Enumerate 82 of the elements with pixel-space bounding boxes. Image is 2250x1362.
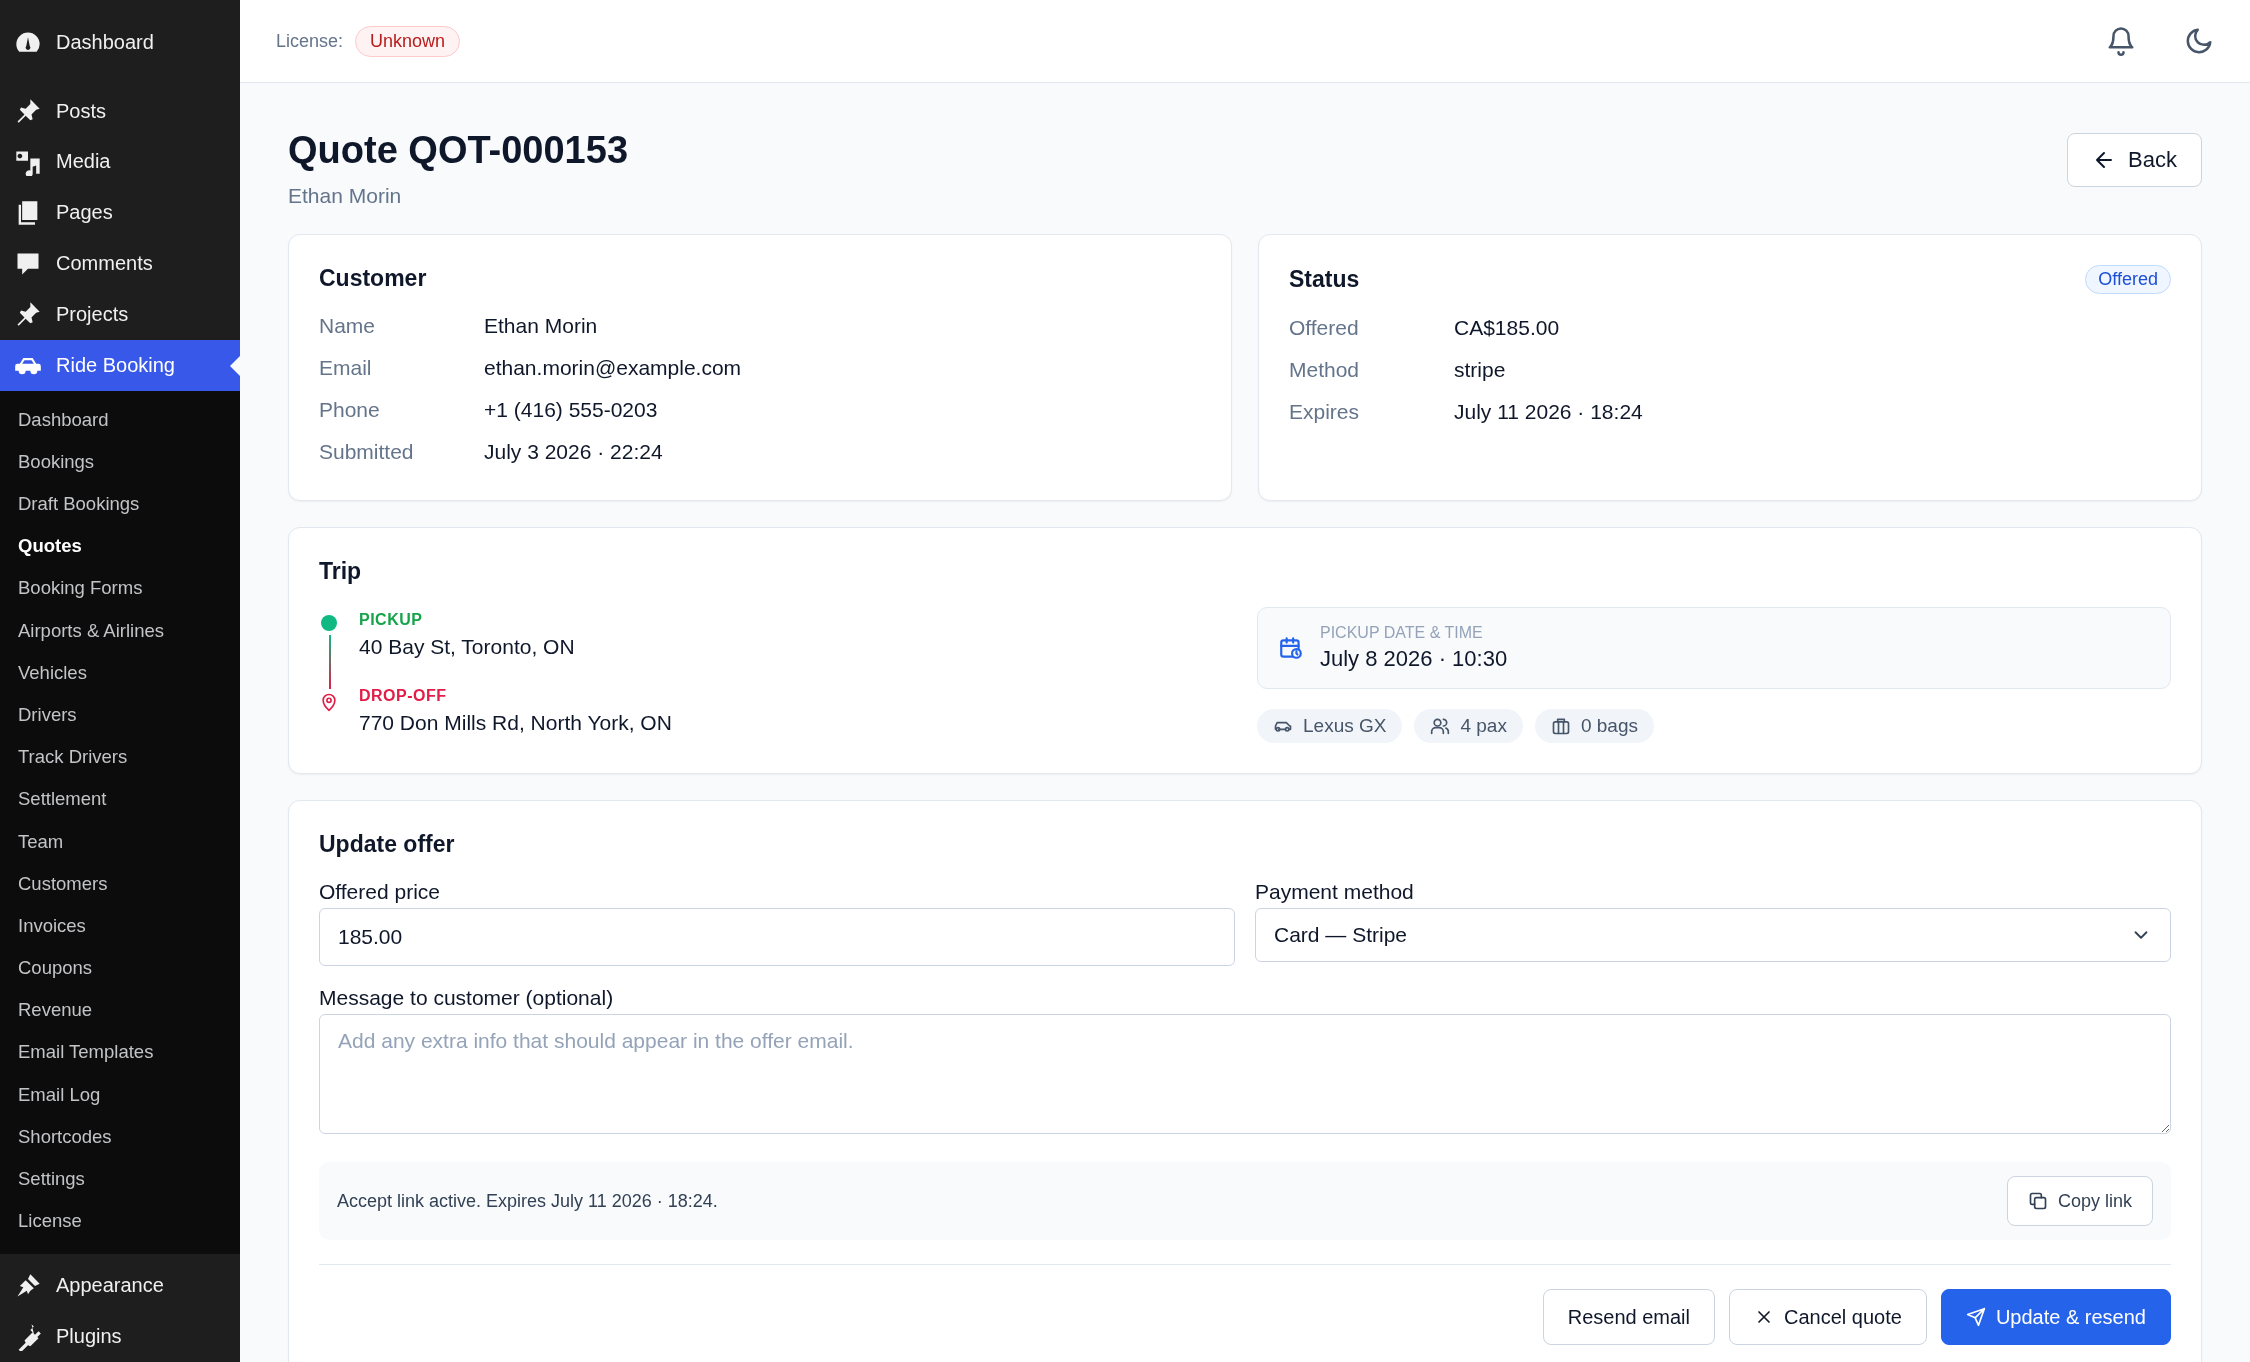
message-textarea[interactable]: Add any extra info that should appear in the offer email. <box>319 1014 2171 1134</box>
calendar-clock-icon <box>1278 635 1304 661</box>
field-label: Phone <box>319 398 381 422</box>
send-icon <box>1965 1307 1986 1327</box>
chip-text: 0 bags <box>1580 715 1638 737</box>
stop-label: PICKUP <box>359 611 424 629</box>
submenu-item[interactable]: Revenue <box>0 989 240 1032</box>
back-button[interactable]: Back <box>2067 133 2202 187</box>
card-title: Trip <box>319 558 363 585</box>
submenu-item[interactable]: Customers <box>0 862 240 905</box>
sidebar-item[interactable]: Plugins <box>0 1311 240 1362</box>
submenu-item[interactable]: Email Log <box>0 1073 240 1116</box>
field-label: Offered <box>1289 316 1360 340</box>
moon-icon <box>2184 26 2214 56</box>
chip-text: Lexus GX <box>1303 715 1387 737</box>
pickup-time-label: PICKUP DATE & TIME <box>1320 624 1484 642</box>
submenu-item[interactable]: Shortcodes <box>0 1115 240 1158</box>
field-value: +1 (416) 555-0203 <box>484 398 659 422</box>
sidebar-item[interactable]: Pages <box>0 187 240 239</box>
card-title: Customer <box>319 265 428 292</box>
sidebar-item[interactable]: Dashboard <box>0 0 240 86</box>
notice-text: Accept link active. Expires July 11 2026 · 18:24. <box>337 1190 718 1212</box>
bell-icon <box>2106 26 2136 56</box>
field-label: Email <box>319 356 373 380</box>
field-label: Submitted <box>319 440 415 464</box>
status-badge: Offered <box>2085 265 2171 294</box>
submenu-item[interactable]: Settings <box>0 1157 240 1201</box>
submenu-item[interactable]: Team <box>0 820 240 863</box>
field-label: Payment method <box>1255 880 1415 904</box>
field-label: Expires <box>1289 400 1361 424</box>
submenu-item[interactable]: Vehicles <box>0 651 240 694</box>
license-label: License: <box>276 30 344 52</box>
field-value: ethan.morin@example.com <box>484 356 743 380</box>
submenu-item[interactable]: Track Drivers <box>0 736 240 779</box>
field-label: Offered price <box>319 880 441 904</box>
field-label: Method <box>1289 358 1361 382</box>
submenu-item[interactable]: Coupons <box>0 947 240 990</box>
submenu-item[interactable]: Booking Forms <box>0 567 240 610</box>
submenu-item[interactable]: Airports & Airlines <box>0 609 240 652</box>
cancel-quote-button[interactable]: Cancel quote <box>1729 1289 1927 1345</box>
submenu-item[interactable]: Dashboard <box>0 398 240 441</box>
sidebar-item[interactable]: Posts <box>0 85 240 137</box>
sidebar-item[interactable]: Comments <box>0 238 240 289</box>
copy-link-button[interactable]: Copy link <box>2006 1176 2153 1226</box>
page-subtitle: Ethan Morin <box>288 184 403 208</box>
submenu-item[interactable]: Settlement <box>0 778 240 821</box>
sidebar-item[interactable]: Media <box>0 136 240 188</box>
pickup-time-value: July 8 2026 · 10:30 <box>1320 646 1508 672</box>
pickup-dot <box>321 615 337 631</box>
submenu-item[interactable]: Quotes <box>0 525 240 568</box>
field-value: Ethan Morin <box>484 314 599 338</box>
update-resend-button[interactable]: Update & resend <box>1940 1289 2171 1345</box>
price-input[interactable]: 185.00 <box>319 908 1235 966</box>
stop-address: 770 Don Mills Rd, North York, ON <box>359 711 672 735</box>
resend-email-button[interactable]: Resend email <box>1542 1289 1715 1345</box>
page-title: Quote QOT-000153 <box>288 129 628 172</box>
chip-text: 4 pax <box>1460 715 1507 737</box>
field-label: Message to customer (optional) <box>319 986 615 1010</box>
field-label: Name <box>319 314 377 338</box>
submenu-item[interactable]: Bookings <box>0 440 240 483</box>
stop-address: 40 Bay St, Toronto, ON <box>359 635 575 659</box>
sidebar-item[interactable]: Appearance <box>0 1254 240 1312</box>
copy-icon <box>2027 1191 2048 1211</box>
payment-method-select[interactable]: Card — Stripe <box>1255 908 2171 962</box>
sidebar-item[interactable]: Ride Booking <box>0 339 240 391</box>
card-title: Status <box>1289 266 1360 293</box>
submenu-item[interactable]: Draft Bookings <box>0 482 240 526</box>
map-pin-icon <box>319 691 339 713</box>
card-title: Update offer <box>319 831 456 858</box>
submenu-item[interactable]: Invoices <box>0 904 240 947</box>
sidebar-item[interactable]: Projects <box>0 288 240 340</box>
submenu-item[interactable]: Drivers <box>0 693 240 737</box>
field-value: CA$185.00 <box>1454 316 1561 340</box>
field-value: July 3 2026 · 22:24 <box>484 440 664 464</box>
submenu-item[interactable]: License <box>0 1200 240 1243</box>
field-value: July 11 2026 · 18:24 <box>1454 400 1644 424</box>
people-icon <box>1430 716 1451 736</box>
submenu-item[interactable]: Email Templates <box>0 1031 240 1074</box>
field-value: stripe <box>1454 358 1507 382</box>
stop-label: DROP-OFF <box>359 687 448 705</box>
license-status-badge: Unknown <box>355 25 461 57</box>
suitcase-icon <box>1550 716 1571 736</box>
